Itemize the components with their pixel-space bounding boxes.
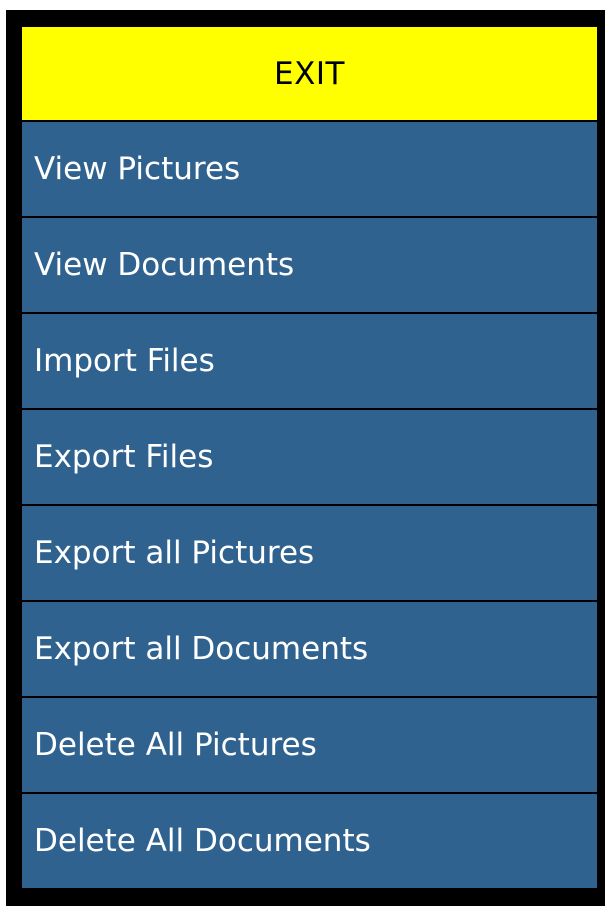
exit-label: EXIT bbox=[274, 55, 345, 92]
menu-item-label: View Documents bbox=[34, 247, 295, 283]
menu-item-label: Delete All Pictures bbox=[34, 727, 317, 763]
menu-item-label: Export all Pictures bbox=[34, 535, 315, 571]
menu-item-label: Delete All Documents bbox=[34, 823, 371, 859]
file-menu: EXIT View Pictures View Documents Import… bbox=[22, 27, 597, 888]
menu-item-label: Import Files bbox=[34, 343, 215, 379]
menu-item-export-all-pictures[interactable]: Export all Pictures bbox=[22, 506, 597, 600]
menu-item-label: Export Files bbox=[34, 439, 214, 475]
exit-button[interactable]: EXIT bbox=[22, 27, 597, 120]
menu-item-export-all-documents[interactable]: Export all Documents bbox=[22, 602, 597, 696]
menu-item-delete-all-pictures[interactable]: Delete All Pictures bbox=[22, 698, 597, 792]
menu-item-view-documents[interactable]: View Documents bbox=[22, 218, 597, 312]
menu-item-delete-all-documents[interactable]: Delete All Documents bbox=[22, 794, 597, 888]
menu-item-import-files[interactable]: Import Files bbox=[22, 314, 597, 408]
menu-item-export-files[interactable]: Export Files bbox=[22, 410, 597, 504]
menu-item-label: View Pictures bbox=[34, 151, 241, 187]
menu-item-label: Export all Documents bbox=[34, 631, 369, 667]
menu-item-view-pictures[interactable]: View Pictures bbox=[22, 122, 597, 216]
